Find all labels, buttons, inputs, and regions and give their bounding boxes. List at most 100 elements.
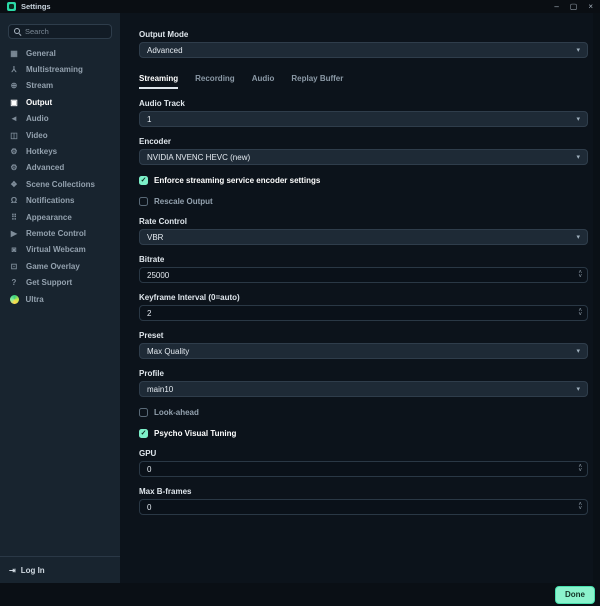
psycho-visual-tuning-checkbox[interactable]: ✓ xyxy=(139,428,148,438)
globe-icon: ⊕ xyxy=(10,81,18,91)
select-value: main10 xyxy=(147,384,174,394)
sidebar-item-label: Scene Collections xyxy=(26,179,95,189)
psycho-visual-tuning-row: ✓ Psycho Visual Tuning xyxy=(139,427,588,439)
maximize-button[interactable]: ▢ xyxy=(570,0,578,13)
sidebar-item-virtual-webcam[interactable]: ◙ Virtual Webcam xyxy=(0,242,120,258)
sidebar-item-hotkeys[interactable]: ⚙ Hotkeys xyxy=(0,143,120,159)
sidebar-item-output[interactable]: ▣ Output xyxy=(0,94,120,110)
login-label: Log In xyxy=(20,565,45,575)
monitor-icon: ◫ xyxy=(10,130,18,140)
audio-track-select[interactable]: 1 ▾ xyxy=(139,111,588,127)
search-icon xyxy=(14,28,21,35)
chevron-down-icon: ▾ xyxy=(576,154,580,161)
sidebar-item-advanced[interactable]: ⚙ Advanced xyxy=(0,160,120,176)
sidebar-item-video[interactable]: ◫ Video xyxy=(0,127,120,143)
rate-control-label: Rate Control xyxy=(139,217,187,226)
sidebar-item-audio[interactable]: ◄ Audio xyxy=(0,111,120,127)
enforce-encoder-settings-checkbox[interactable]: ✓ xyxy=(139,175,148,185)
sidebar-item-get-support[interactable]: ? Get Support xyxy=(0,274,120,290)
multistream-icon: ⅄ xyxy=(11,65,17,75)
preset-label: Preset xyxy=(139,331,164,340)
sidebar-item-remote-control[interactable]: ▶ Remote Control xyxy=(0,225,120,241)
sidebar-item-label: Remote Control xyxy=(26,228,86,238)
keyframe-interval-label: Keyframe Interval (0=auto) xyxy=(139,293,240,302)
sidebar-item-stream[interactable]: ⊕ Stream xyxy=(0,78,120,94)
sidebar-item-label: Ultra xyxy=(25,294,44,304)
select-value: VBR xyxy=(147,232,164,242)
sidebar-item-label: Multistreaming xyxy=(26,65,83,75)
lookahead-checkbox[interactable] xyxy=(139,407,148,417)
checkbox-label: Look-ahead xyxy=(154,407,199,417)
minimize-button[interactable]: – xyxy=(554,0,558,13)
number-stepper[interactable]: ˄ ˅ xyxy=(578,270,582,280)
bell-icon: Ω xyxy=(10,196,18,206)
scrollbar[interactable] xyxy=(593,13,600,583)
preset-select[interactable]: Max Quality ▾ xyxy=(139,343,588,359)
sidebar-item-label: Appearance xyxy=(26,212,72,222)
titlebar: Settings – ▢ × xyxy=(0,0,600,13)
rescale-output-checkbox[interactable] xyxy=(139,196,148,206)
profile-select[interactable]: main10 ▾ xyxy=(139,381,588,397)
output-settings-panel: Output Mode Advanced ▾ Streaming Recordi… xyxy=(120,13,600,583)
gears-icon: ⚙ xyxy=(10,163,18,173)
stepper-down-icon[interactable]: ˅ xyxy=(578,506,582,512)
output-mode-label: Output Mode xyxy=(139,30,189,39)
select-value: 1 xyxy=(147,114,152,124)
max-bframes-input[interactable] xyxy=(147,502,579,512)
login-icon: ⇥ xyxy=(9,565,16,575)
chevron-down-icon: ▾ xyxy=(576,386,580,393)
encoder-label: Encoder xyxy=(139,137,172,146)
sidebar-item-scene-collections[interactable]: ❖ Scene Collections xyxy=(0,176,120,192)
tab-audio[interactable]: Audio xyxy=(252,74,275,89)
tab-replay-buffer[interactable]: Replay Buffer xyxy=(291,74,343,89)
output-mode-select[interactable]: Advanced ▾ xyxy=(139,42,588,58)
sidebar-item-multistreaming[interactable]: ⅄ Multistreaming xyxy=(0,61,120,77)
number-stepper[interactable]: ˄ ˅ xyxy=(578,502,582,512)
sidebar-item-notifications[interactable]: Ω Notifications xyxy=(0,193,120,209)
output-icon: ▣ xyxy=(10,97,18,107)
search-input[interactable] xyxy=(25,27,106,36)
sidebar-item-label: Notifications xyxy=(26,196,75,206)
profile-label: Profile xyxy=(139,369,164,378)
rate-control-select[interactable]: VBR ▾ xyxy=(139,229,588,245)
question-icon: ? xyxy=(11,278,17,288)
sidebar-item-label: Video xyxy=(26,130,48,140)
sidebar-item-game-overlay[interactable]: ⊡ Game Overlay xyxy=(0,258,120,274)
stepper-down-icon[interactable]: ˅ xyxy=(578,468,582,474)
number-stepper[interactable]: ˄ ˅ xyxy=(578,308,582,318)
gear-icon: ⚙ xyxy=(10,147,18,157)
number-stepper[interactable]: ˄ ˅ xyxy=(578,464,582,474)
play-circle-icon: ▶ xyxy=(10,228,18,238)
sidebar-list: ▦ General ⅄ Multistreaming ⊕ Stream ▣ Ou… xyxy=(0,45,120,307)
keyframe-interval-field: ˄ ˅ xyxy=(139,305,588,321)
sidebar-item-general[interactable]: ▦ General xyxy=(0,45,120,61)
done-button[interactable]: Done xyxy=(555,585,595,604)
tab-streaming[interactable]: Streaming xyxy=(139,74,179,89)
sidebar-item-label: Game Overlay xyxy=(26,261,80,271)
speaker-icon: ◄ xyxy=(10,114,18,124)
select-value: NVIDIA NVENC HEVC (new) xyxy=(147,152,251,162)
sidebar-item-label: General xyxy=(26,48,56,58)
bitrate-input[interactable] xyxy=(147,270,579,280)
search-box[interactable] xyxy=(8,24,112,39)
bitrate-field: ˄ ˅ xyxy=(139,267,588,283)
encoder-select[interactable]: NVIDIA NVENC HEVC (new) ▾ xyxy=(139,149,588,165)
bitrate-label: Bitrate xyxy=(139,255,165,264)
gpu-field: ˄ ˅ xyxy=(139,461,588,477)
tab-recording[interactable]: Recording xyxy=(195,74,235,89)
max-bframes-field: ˄ ˅ xyxy=(139,499,588,515)
sidebar-item-ultra[interactable]: Ultra xyxy=(0,291,120,307)
gpu-input[interactable] xyxy=(147,464,579,474)
stepper-down-icon[interactable]: ˅ xyxy=(578,274,582,280)
checkbox-label: Enforce streaming service encoder settin… xyxy=(154,175,321,185)
close-button[interactable]: × xyxy=(588,0,593,13)
sidebar-item-appearance[interactable]: ⠿ Appearance xyxy=(0,209,120,225)
login-button[interactable]: ⇥ Log In xyxy=(0,557,120,583)
keyframe-interval-input[interactable] xyxy=(147,308,579,318)
dots-grid-icon: ⠿ xyxy=(11,212,17,222)
stepper-down-icon[interactable]: ˅ xyxy=(578,312,582,318)
max-bframes-label: Max B-frames xyxy=(139,487,192,496)
enforce-encoder-settings-row: ✓ Enforce streaming service encoder sett… xyxy=(139,174,588,186)
checkbox-label: Psycho Visual Tuning xyxy=(154,428,237,438)
chevron-down-icon: ▾ xyxy=(576,116,580,123)
